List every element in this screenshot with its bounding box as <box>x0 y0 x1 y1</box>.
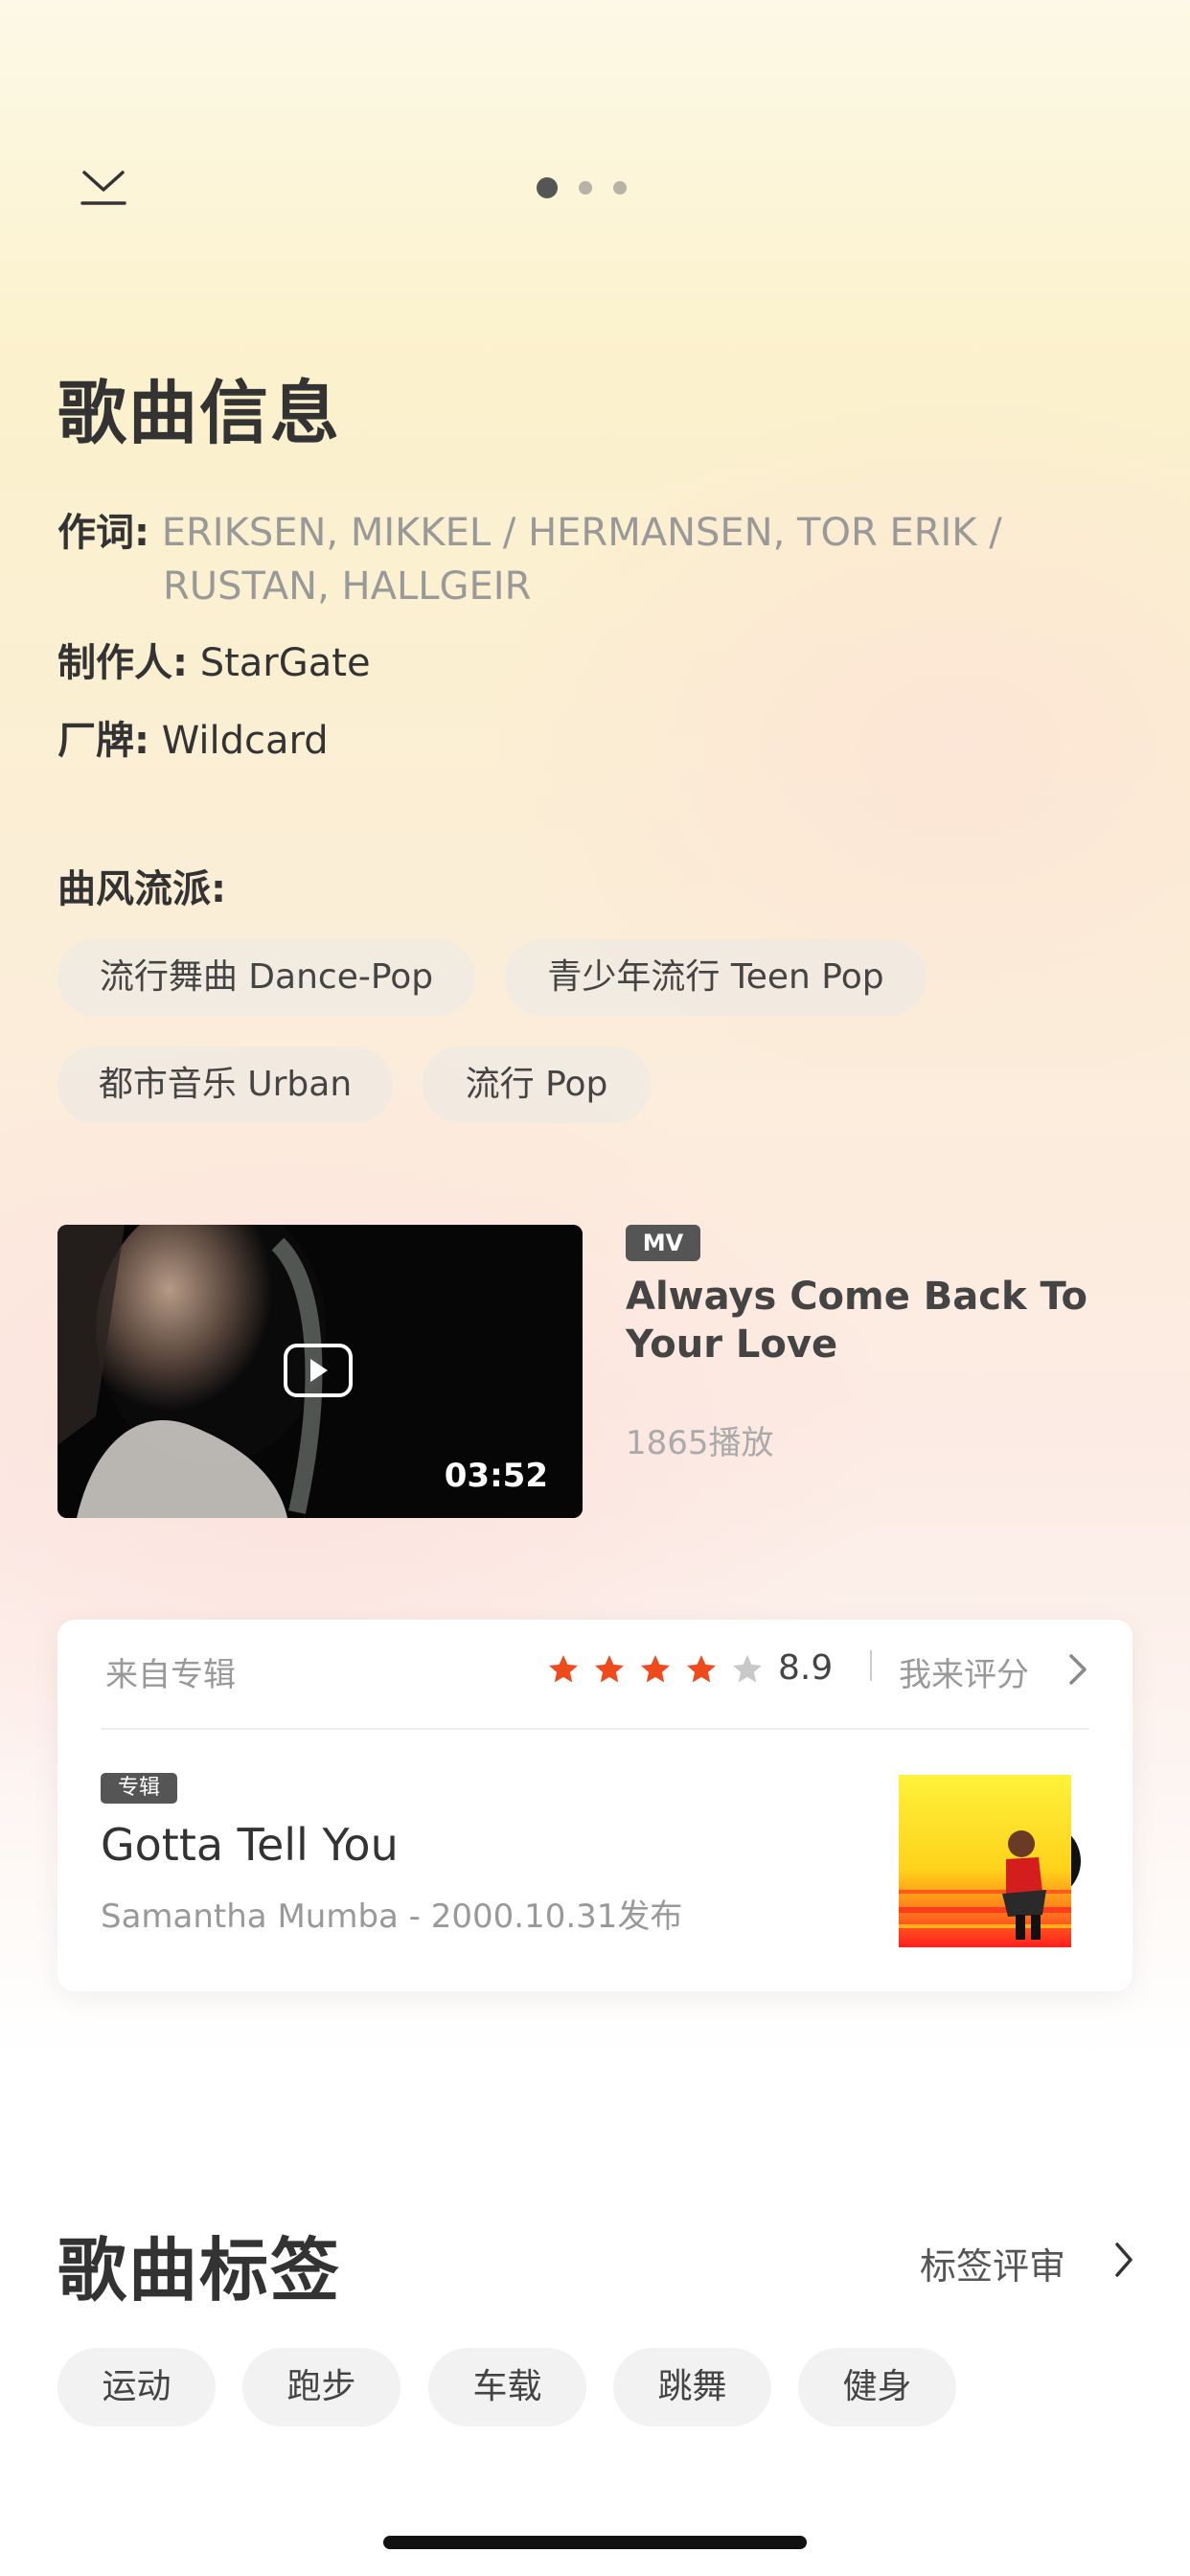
collapse-button[interactable] <box>77 163 130 217</box>
play-triangle-icon <box>310 1359 328 1382</box>
album-artist-date: Samantha Mumba - 2000.10.31发布 <box>101 1898 683 1936</box>
album-cover-art <box>899 1775 1081 1947</box>
page-indicator <box>537 177 627 198</box>
genre-label: 曲风流派: <box>57 867 226 911</box>
home-indicator <box>383 2536 807 2549</box>
tag-sport[interactable]: 运动 <box>57 2348 216 2426</box>
mv-title[interactable]: Always Come Back To Your Love <box>626 1273 1087 1368</box>
producer-label: 制作人: <box>57 641 188 685</box>
mv-plays: 1865播放 <box>626 1424 774 1462</box>
label-row: 厂牌: Wildcard <box>57 714 329 768</box>
lyricist-label: 作词: <box>57 511 149 555</box>
song-info-title: 歌曲信息 <box>57 373 342 453</box>
mv-title-line2: Your Love <box>626 1322 838 1367</box>
album-rating: 8.9 <box>778 1648 834 1688</box>
genre-chip-dance-pop[interactable]: 流行舞曲 Dance-Pop <box>57 939 475 1016</box>
star-empty-icon <box>733 1655 762 1683</box>
tags-title: 歌曲标签 <box>57 2230 342 2311</box>
label-label: 厂牌: <box>57 719 149 763</box>
mv-badge: MV <box>626 1225 700 1261</box>
mv-thumbnail[interactable]: 03:52 <box>57 1225 583 1518</box>
rating-stars <box>546 1652 765 1687</box>
star-filled-icon <box>687 1655 716 1683</box>
page-dot-3[interactable] <box>613 181 627 195</box>
album-from-label: 来自专辑 <box>105 1656 236 1694</box>
chevron-down-icon <box>80 171 126 205</box>
rating-divider <box>870 1650 872 1681</box>
mv-duration: 03:52 <box>444 1457 548 1495</box>
mv-title-line1: Always Come Back To <box>626 1275 1087 1319</box>
album-card-divider <box>101 1728 1089 1730</box>
tag-review-link[interactable]: 标签评审 <box>920 2237 1065 2289</box>
label-value: Wildcard <box>161 719 329 763</box>
genre-chip-teen-pop[interactable]: 青少年流行 Teen Pop <box>505 939 927 1016</box>
page-dot-2[interactable] <box>579 181 592 195</box>
rate-button[interactable]: 我来评分 <box>899 1648 1029 1695</box>
play-icon[interactable] <box>284 1344 353 1397</box>
tag-fitness[interactable]: 健身 <box>798 2348 956 2426</box>
album-badge: 专辑 <box>101 1773 177 1804</box>
genre-chip-pop[interactable]: 流行 Pop <box>423 1046 651 1123</box>
lyricist-line1: ERIKSEN, MIKKEL / HERMANSEN, TOR ERIK / <box>161 511 1002 555</box>
tag-car[interactable]: 车载 <box>428 2348 586 2426</box>
star-filled-icon <box>549 1655 578 1683</box>
page-dot-1[interactable] <box>537 177 558 198</box>
producer-row: 制作人: StarGate <box>57 636 371 690</box>
album-cover[interactable] <box>899 1775 1090 1947</box>
star-filled-icon <box>641 1655 670 1683</box>
tag-running[interactable]: 跑步 <box>242 2348 400 2426</box>
genre-chip-urban[interactable]: 都市音乐 Urban <box>57 1046 393 1123</box>
lyricist-row: 作词: ERIKSEN, MIKKEL / HERMANSEN, TOR ERI… <box>57 506 1111 560</box>
star-filled-icon <box>595 1655 624 1683</box>
lyricist-line2: RUSTAN, HALLGEIR <box>163 564 532 609</box>
chevron-right-icon[interactable] <box>1110 2241 1136 2283</box>
producer-value: StarGate <box>199 641 371 685</box>
chevron-right-icon[interactable] <box>1064 1652 1090 1690</box>
album-name[interactable]: Gotta Tell You <box>101 1819 399 1871</box>
tag-dance[interactable]: 跳舞 <box>613 2348 771 2426</box>
